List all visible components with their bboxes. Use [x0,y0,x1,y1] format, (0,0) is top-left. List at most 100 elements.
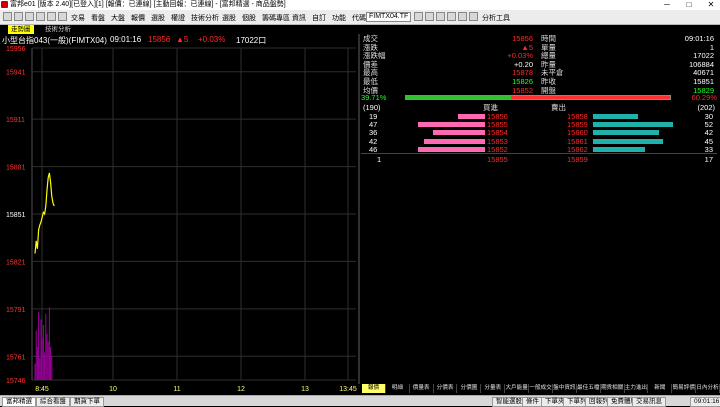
menu-item[interactable]: 個股 [242,13,256,23]
cursor-icon[interactable] [458,12,467,21]
info-tab[interactable]: 大戶能量 [505,384,530,393]
status-tab-overview[interactable]: 綜合看盤 [36,397,70,407]
toolbar-icon-5[interactable] [47,12,56,21]
y-tick-label: 15851 [6,212,26,219]
info-tab[interactable]: 盤中資訊 [553,384,577,393]
menu-item[interactable]: 自訂 [312,13,326,23]
toolbar-icon-1[interactable] [3,12,12,21]
menu-item[interactable]: 選股 [222,13,236,23]
info-tab[interactable]: 最佳五檔 [577,384,601,393]
code-label: 代碼 [352,15,366,22]
window-title: 富邦e01 [版本 2.40][已登入][1] [報價：已連線] [主動回報：已… [10,1,286,8]
toolbar-icon-11[interactable] [469,12,478,21]
toolbar-icon-7[interactable] [414,12,423,21]
window-titlebar: 富邦e01 [版本 2.40][已登入][1] [報價：已連線] [主動回報：已… [0,0,720,10]
menu-item[interactable]: 報價 [131,13,145,23]
tab-technical-analysis[interactable]: 技術分析 [42,25,74,34]
menu-toolbar: 交易 看盤 大盤 報價 選股 權證 技術分析 選股 個股 籌碼專區 資訊 自訂 … [0,10,720,25]
minimize-button[interactable]: ─ [660,0,674,10]
x-tick-label: 10 [109,386,117,393]
status-clock: 09:01:16 [690,397,720,407]
analysis-tools-menu[interactable]: 分析工具 [482,13,510,23]
menu-item[interactable]: 大盤 [111,13,125,23]
chart-time: 09:01:16 [110,35,142,44]
x-tick-label: 13:45 [339,386,357,393]
info-tab[interactable]: 期貨相關 [601,384,625,393]
ask-bar [593,146,645,152]
buy-total: (190) [363,103,381,112]
info-tab[interactable]: 明細 [386,384,410,393]
info-tab[interactable]: 一般成交 [529,384,553,393]
quote-panel: 成交 15856 漲跌 ▲5 漲跌幅 +0.03% 價差 +0.20 最高 15878 最低 1582… [361,34,719,95]
status-tab-futures-order[interactable]: 期貨下單 [70,397,104,407]
info-tab[interactable]: 價量表 [410,384,434,393]
sell-ratio-text: 60.29% [691,93,717,102]
sell-label: 賣出 [551,103,566,112]
toolbar-icon-6[interactable] [58,12,67,21]
ask-bar [593,114,638,119]
x-tick-label: 12 [237,386,245,393]
status-tab-featured[interactable]: 富邦精選 [2,397,36,407]
toolbar-icon-8[interactable] [425,12,434,21]
toolbar-icon-2[interactable] [14,12,23,21]
sell-total: (202) [697,103,715,112]
chart-price: 15856 [148,35,171,44]
menu-item[interactable]: 選股 [151,13,165,23]
depth-header: (190) 買進 賣出 (202) [361,103,717,112]
toolbar-icon-9[interactable] [436,12,445,21]
bid-bar [458,114,485,119]
x-tick-label: 8:45 [35,386,49,393]
y-tick-label: 15761 [6,354,26,361]
app-icon [1,1,8,8]
info-tab[interactable]: 分價圖 [458,384,482,393]
chart-change: ▲5 [176,35,189,44]
ratio-bar [405,95,671,100]
condition-button[interactable]: 條件 [522,397,543,407]
maximize-button[interactable]: □ [682,0,696,10]
smart-screener-button[interactable]: 智能選股 [492,397,526,407]
footer-bid-qty: 1 [377,155,382,164]
close-button[interactable]: ✕ [704,0,718,10]
y-tick-label: 15956 [6,46,26,53]
info-tab[interactable]: 主力進出 [625,384,649,393]
menu-item[interactable]: 看盤 [91,13,105,23]
buy-ratio-text: 39.71% [361,93,387,102]
menu-item[interactable]: 權證 [171,13,185,23]
toolbar-icon-10[interactable] [447,12,456,21]
code-input[interactable]: FIMTX04.TF [366,12,411,22]
toolbar-icon-3[interactable] [25,12,34,21]
info-tabs: 報價 明細 價量表 分價表 分價圖 分量表 大戶能量 一般成交 盤中資訊 最佳五檔 期貨相關 主力進出… [362,384,720,393]
info-tab[interactable]: 分量表 [481,384,506,393]
x-tick-label: 13 [301,386,309,393]
price-line [34,172,55,254]
bid-bar [432,130,485,136]
toolbar-icon-4[interactable] [36,12,45,21]
bid-bar [418,146,485,152]
menu-item[interactable]: 交易 [71,13,85,23]
buy-sell-ratio: 39.71% 60.29% [361,93,717,103]
bid-bar [417,122,485,128]
info-tab[interactable]: 報價 [362,384,386,393]
buy-label: 買進 [483,103,498,112]
bid-bar [423,138,485,144]
menu-item[interactable]: 功能 [332,13,346,23]
menu-item[interactable]: 籌碼專區 [262,13,290,23]
info-tab[interactable]: 新聞 [648,384,673,393]
info-tab[interactable]: 分價表 [434,384,458,393]
tab-tick-chart[interactable]: 走勢圖 [8,25,34,34]
tick-chart[interactable]: 15956 15941 15911 15881 15851 15821 15791 15761… [0,44,358,396]
y-tick-label: 15746 [6,378,26,385]
info-tab[interactable]: 簡易評價 [672,384,697,393]
footer-ask: 15859 [567,155,588,164]
depth-footer: 1 15855 15859 17 [361,155,717,164]
view-tabs: 走勢圖 技術分析 [0,25,720,34]
y-tick-label: 15881 [6,165,26,172]
status-bar: 富邦精選 綜合看盤 期貨下單 智能選股 條件 下單夾 下單列 回報列 免費體驗 … [0,395,720,407]
ask-bar [593,122,673,128]
trade-message-button[interactable]: 交易訊息 [632,397,666,407]
footer-ask-qty: 17 [704,155,713,164]
menu-item[interactable]: 資訊 [292,13,306,23]
depth-divider [361,153,717,154]
info-tab[interactable]: 日內分析 [696,384,720,393]
menu-item[interactable]: 技術分析 [191,13,219,23]
